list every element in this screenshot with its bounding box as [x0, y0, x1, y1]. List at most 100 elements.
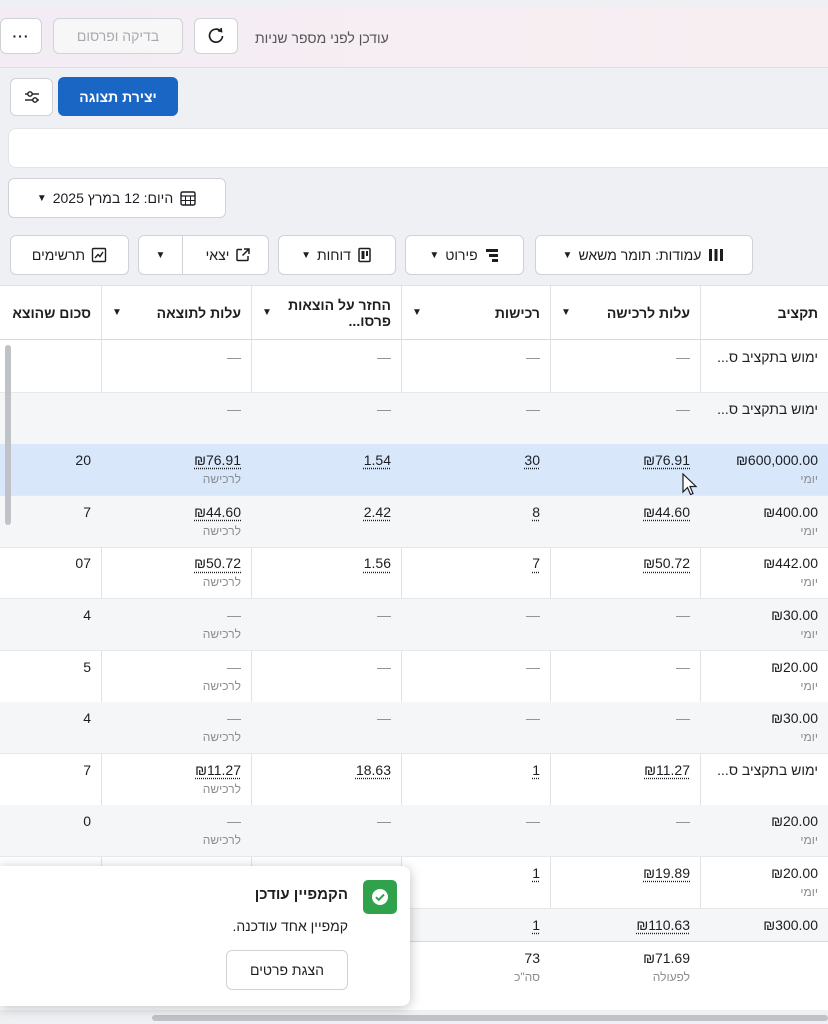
cell-roas-value[interactable]: 18.63 [262, 762, 391, 778]
columns-icon [709, 249, 724, 261]
more-icon: ··· [12, 28, 30, 44]
header-roas[interactable]: החזר על הוצאות פרסו... ▼ [252, 286, 401, 340]
cell-purchases-value[interactable]: 1 [412, 917, 540, 933]
cell-amount-spent-value: 4 [83, 710, 91, 727]
cell-cost-per-purchase: ₪76.91 [551, 444, 700, 495]
header-cost-per-result[interactable]: עלות לתוצאה ▼ [102, 286, 251, 340]
cell-cost-per-result-value: — [227, 813, 241, 830]
breakdown-button[interactable]: ▼ פירוט [405, 235, 524, 275]
table-row[interactable]: ₪400.00 יומי ₪44.60 8 2.42 ₪44.60 לרכישה 7 [0, 495, 828, 548]
chevron-down-icon: ▼ [301, 249, 311, 261]
cell-cost-per-result-value[interactable]: ₪11.27 [112, 762, 241, 778]
cell-amount-spent-value: 07 [75, 555, 91, 572]
cell-budget: ₪20.00 יומי [701, 857, 828, 908]
review-publish-button[interactable]: בדיקה ופרסום [53, 18, 183, 54]
search-filter-bar[interactable] [8, 128, 828, 168]
cell-budget-sub: יומי [800, 575, 818, 590]
total-purchases: 73 סה"כ [402, 942, 550, 993]
header-amount-spent[interactable]: סכום שהוצא [0, 286, 101, 340]
cell-cost-per-purchase: — [551, 651, 700, 702]
cell-amount-spent: 0 [0, 805, 101, 856]
cell-cost-per-purchase-value[interactable]: ₪44.60 [561, 504, 690, 520]
header-cost-per-purchase[interactable]: עלות לרכישה ▼ [551, 286, 700, 340]
cell-cost-per-result-value: — [227, 710, 241, 727]
sort-caret-icon: ▼ [262, 307, 272, 318]
cell-cost-per-result: — לרכישה [102, 805, 251, 856]
table-row[interactable]: ₪30.00 יומי — — — — לרכישה 4 [0, 702, 828, 755]
cell-roas-value[interactable]: 1.54 [262, 452, 391, 468]
cell-purchases-value[interactable]: 1 [412, 865, 540, 881]
table-row[interactable]: ₪600,000.00 יומי ₪76.91 30 1.54 ₪76.91 לרכישה 2… [0, 444, 828, 497]
cell-cost-per-result: ₪50.72 לרכישה [102, 547, 251, 598]
horizontal-scrollbar[interactable] [152, 1015, 828, 1021]
show-details-button[interactable]: הצגת פרטים [226, 950, 348, 990]
refresh-icon [208, 27, 224, 43]
header-purchases[interactable]: רכישות ▼ [402, 286, 550, 340]
view-settings-button[interactable] [10, 78, 53, 116]
view-controls: יצירת תצוגה [0, 68, 828, 126]
cell-cost-per-purchase-value[interactable]: ₪76.91 [561, 452, 690, 468]
campaign-updated-toast: הקמפיין עודכן קמפיין אחד עודכנה. [0, 866, 410, 1006]
cell-cost-per-purchase-value[interactable]: ₪19.89 [561, 865, 690, 881]
table-row[interactable]: ₪30.00 יומי — — — — לרכישה 4 [0, 599, 828, 651]
cell-cost-per-result: ₪11.27 לרכישה [102, 754, 251, 805]
cell-purchases: — [402, 341, 550, 392]
cell-budget: ימוש בתקציב ס... [701, 393, 828, 444]
cell-cost-per-result-value[interactable]: ₪76.91 [112, 452, 241, 468]
cell-roas-value: — [377, 658, 391, 675]
cell-cost-per-purchase: — [551, 805, 700, 856]
export-dropdown-button[interactable]: ▼ [139, 236, 183, 274]
create-view-button[interactable]: יצירת תצוגה [58, 77, 178, 116]
cell-cost-per-purchase-value[interactable]: ₪110.63 [561, 917, 690, 933]
header-cost-per-result-label: עלות לתוצאה [156, 304, 241, 321]
cell-roas-value[interactable]: 2.42 [262, 504, 391, 520]
chevron-down-icon: ▼ [429, 249, 440, 261]
cell-budget: ₪442.00 יומי [701, 547, 828, 598]
cell-cost-per-result: ₪44.60 לרכישה [102, 496, 251, 547]
reports-button[interactable]: ▼ דוחות [278, 235, 396, 275]
date-range-picker[interactable]: ▼ היום: 12 במרץ 2025 [8, 178, 226, 218]
charts-button[interactable]: תרשימים [10, 235, 129, 275]
cell-cost-per-purchase-value[interactable]: ₪11.27 [561, 762, 690, 778]
cell-purchases-value[interactable]: 8 [412, 504, 540, 520]
cell-amount-spent: 7 [0, 496, 101, 547]
cell-budget-value: ימוש בתקציב ס... [717, 349, 818, 365]
show-details-label: הצגת פרטים [250, 962, 324, 978]
cell-budget: ₪20.00 יומי [701, 651, 828, 702]
cell-cost-per-result-value[interactable]: ₪44.60 [112, 504, 241, 520]
total-purchases-sub: סה"כ [514, 970, 540, 984]
vertical-scrollbar[interactable] [5, 345, 11, 525]
cell-purchases-value: — [526, 710, 540, 727]
cell-budget-value: ימוש בתקציב ס... [717, 400, 818, 417]
cell-amount-spent: 4 [0, 702, 101, 753]
cell-cost-per-result-value[interactable]: ₪50.72 [112, 555, 241, 571]
refresh-button[interactable] [194, 18, 238, 54]
breakdown-label: פירוט [445, 247, 478, 263]
header-budget[interactable]: תקציב [701, 286, 828, 340]
report-icon [358, 247, 371, 263]
table-row[interactable]: ₪442.00 יומי ₪50.72 7 1.56 ₪50.72 לרכישה 07 [0, 547, 828, 600]
cell-purchases-value[interactable]: 30 [412, 452, 540, 468]
table-row[interactable]: ימוש בתקציב ס... — — — — [0, 392, 828, 445]
more-options-button[interactable]: ··· [0, 18, 42, 54]
export-button-group: ▼ יצאי [138, 235, 269, 275]
table-row[interactable]: ₪20.00 יומי — — — — לרכישה 0 [0, 805, 828, 858]
table-row[interactable]: ימוש בתקציב ס... — — — — [0, 341, 828, 393]
cell-purchases-value[interactable]: 1 [412, 762, 540, 778]
export-icon [236, 248, 251, 262]
table-row[interactable]: ימוש בתקציב ס... ₪11.27 1 18.63 ₪11.27 לרכישה… [0, 754, 828, 806]
charts-label: תרשימים [31, 247, 86, 263]
create-view-label: יצירת תצוגה [79, 88, 157, 105]
cell-budget-value: ₪20.00 [771, 658, 818, 675]
cell-roas-value: — [377, 710, 391, 727]
export-button[interactable]: יצאי [189, 236, 268, 274]
toast-body: קמפיין אחד עודכנה. [232, 918, 348, 934]
cell-cost-per-purchase: ₪19.89 [551, 857, 700, 908]
cell-budget-value: ₪442.00 [763, 555, 818, 572]
total-purchases-value: 73 [524, 950, 540, 966]
cell-cost-per-purchase-value[interactable]: ₪50.72 [561, 555, 690, 571]
table-row[interactable]: ₪20.00 יומי — — — — לרכישה 5 [0, 651, 828, 703]
cell-purchases-value[interactable]: 7 [412, 555, 540, 571]
cell-roas-value[interactable]: 1.56 [262, 555, 391, 571]
columns-button[interactable]: ▼ עמודות: תומר משאש [535, 235, 753, 275]
